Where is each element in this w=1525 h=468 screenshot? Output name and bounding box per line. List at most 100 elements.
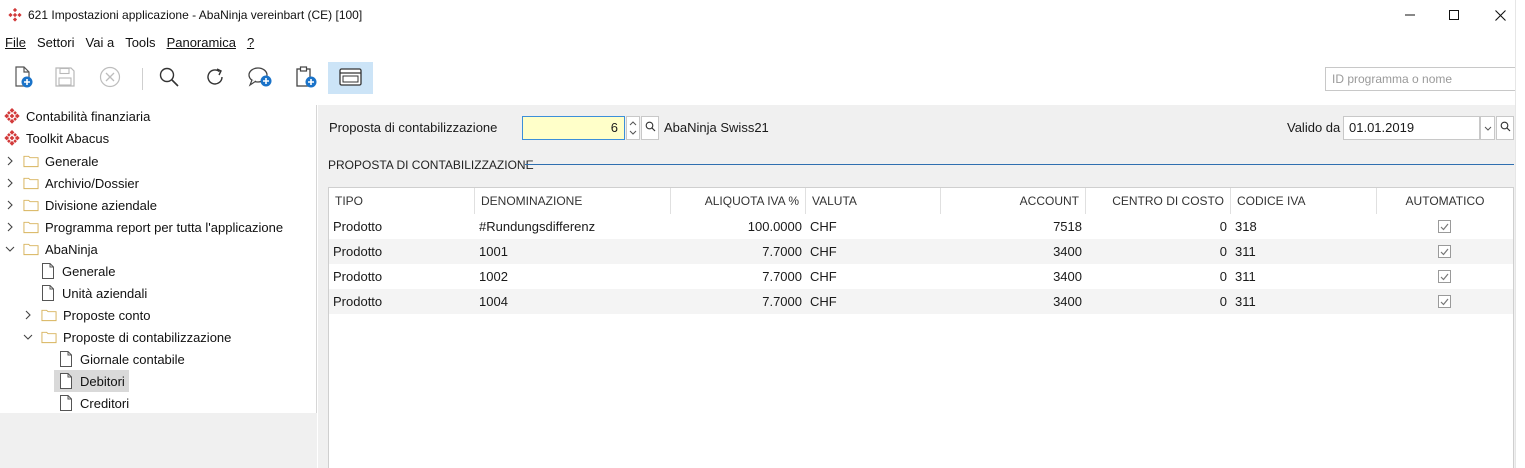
tree-item-label: Generale [45,153,99,169]
tree-item-label: Generale [62,263,116,279]
column-header-account[interactable]: ACCOUNT [941,188,1086,214]
tree-item-abaninja[interactable]: AbaNinja [3,238,100,260]
chevron-right-icon[interactable] [3,220,17,234]
chevron-right-icon[interactable] [3,176,17,190]
cell-codice-iva: 311 [1235,294,1256,309]
abacus-icon [4,130,20,146]
chevron-right-icon[interactable] [3,154,17,168]
search-icon [158,66,180,91]
proposta-name: AbaNinja Swiss21 [664,120,769,135]
window-view-button[interactable] [328,62,373,94]
tree-empty-area [0,413,317,468]
new-document-icon [11,65,35,92]
column-header-centro-di-costo[interactable]: CENTRO DI COSTO [1086,188,1231,214]
chevron-down-icon[interactable] [21,330,35,344]
add-clipboard-button[interactable] [289,62,323,94]
booking-proposal-grid: TIPO DENOMINAZIONE ALIQUOTA IVA % VALUTA… [328,187,1514,468]
date-lookup-button[interactable] [1496,116,1514,140]
clipboard-add-icon [294,65,318,92]
refresh-button[interactable] [198,62,232,94]
cell-centro: 0 [1219,219,1227,234]
chevron-right-icon[interactable] [3,198,17,212]
valido-da-date-input[interactable]: 01.01.2019 [1343,116,1480,140]
cell-aliquota: 100.0000 [747,219,802,234]
column-header-automatico[interactable]: AUTOMATICO [1377,188,1513,214]
chevron-right-icon[interactable] [21,308,35,322]
menu-help[interactable]: ? [242,35,260,50]
cell-denominazione: #Rundungsdifferenz [479,219,596,234]
folder-icon [41,329,57,345]
tree-item-label: Creditori [80,395,130,411]
column-header-denominazione[interactable]: DENOMINAZIONE [475,188,671,214]
date-dropdown-button[interactable] [1480,116,1495,140]
cell-valuta: CHF [810,269,837,284]
tree-item-label: Debitori [78,372,127,390]
search-button[interactable] [152,62,186,94]
cell-tipo: Prodotto [333,244,383,259]
tree-item-divisione-aziendale[interactable]: Divisione aziendale [3,194,159,216]
window-title: 621 Impostazioni applicazione - AbaNinja… [28,8,363,22]
tree-item-label: Toolkit Abacus [26,130,110,146]
toolbar: ID programma o nome [0,58,1525,100]
cancel-button[interactable] [93,62,127,94]
menu-panoramica[interactable]: Panoramica [162,35,242,50]
cell-codice-iva: 311 [1235,269,1256,284]
cell-aliquota: 7.7000 [762,269,802,284]
tree-item-giornale-contabile[interactable]: Giornale contabile [58,348,187,370]
cell-aliquota: 7.7000 [762,294,802,309]
tree-item-archivio-dossier[interactable]: Archivio/Dossier [3,172,141,194]
chevron-down-icon[interactable] [3,242,17,256]
table-row[interactable]: Prodotto 1001 7.7000 CHF 3400 0 311 [329,239,1513,264]
menu-settori[interactable]: Settori [32,35,81,50]
tree-item-unita-aziendali[interactable]: Unità aziendali [40,282,149,304]
new-document-button[interactable] [6,62,40,94]
tree-item-label: Unità aziendali [62,285,148,301]
minimize-button[interactable] [1387,0,1433,30]
tree-item-debitori[interactable]: Debitori [54,370,129,392]
column-header-valuta[interactable]: VALUTA [806,188,941,214]
section-title: PROPOSTA DI CONTABILIZZAZIONE [328,158,534,172]
menu-file[interactable]: File [0,35,32,50]
tree-item-label: Proposte conto [63,307,151,323]
cell-denominazione: 1001 [479,244,508,259]
folder-icon [23,219,39,235]
folder-icon [23,197,39,213]
tree-item-proposte-di-contabilizzazione[interactable]: Proposte di contabilizzazione [21,326,233,348]
tree-item-proposte-conto[interactable]: Proposte conto [21,304,152,326]
valido-da-label: Valido da [1287,120,1341,135]
save-button[interactable] [48,62,82,94]
tree-item-abaninja-generale[interactable]: Generale [40,260,117,282]
column-header-tipo[interactable]: TIPO [329,188,475,214]
proposta-spinner[interactable] [626,116,640,140]
toolbar-separator [142,68,143,90]
table-row[interactable]: Prodotto #Rundungsdifferenz 100.0000 CHF… [329,214,1513,239]
program-search-input[interactable]: ID programma o nome [1325,67,1516,91]
tree-item-toolkit-abacus[interactable]: Toolkit Abacus [4,127,111,149]
tree-item-programma-report[interactable]: Programma report per tutta l'applicazion… [3,216,285,238]
cell-account: 3400 [1053,244,1082,259]
vertical-scrollbar[interactable] [1515,0,1525,468]
column-header-codice-iva[interactable]: CODICE IVA [1231,188,1377,214]
menu-tools[interactable]: Tools [120,35,161,50]
proposta-lookup-button[interactable] [641,116,659,140]
add-comment-button[interactable] [243,62,277,94]
maximize-button[interactable] [1431,0,1477,30]
cell-centro: 0 [1219,269,1227,284]
chevron-down-icon [1484,121,1492,135]
column-header-aliquota[interactable]: ALIQUOTA IVA % [671,188,806,214]
tree-item-creditori[interactable]: Creditori [58,392,131,414]
refresh-icon [204,66,226,91]
automatico-checkbox[interactable] [1438,270,1451,283]
automatico-checkbox[interactable] [1438,245,1451,258]
page-icon [40,263,56,279]
proposta-number-input[interactable]: 6 [522,116,625,140]
automatico-checkbox[interactable] [1438,220,1451,233]
table-row[interactable]: Prodotto 1004 7.7000 CHF 3400 0 311 [329,289,1513,314]
cell-tipo: Prodotto [333,219,383,234]
automatico-checkbox[interactable] [1438,295,1451,308]
table-row[interactable]: Prodotto 1002 7.7000 CHF 3400 0 311 [329,264,1513,289]
cell-codice-iva: 311 [1235,244,1256,259]
tree-item-contabilita-finanziaria[interactable]: Contabilità finanziaria [4,105,152,127]
menu-vai-a[interactable]: Vai a [81,35,121,50]
tree-item-generale[interactable]: Generale [3,150,100,172]
